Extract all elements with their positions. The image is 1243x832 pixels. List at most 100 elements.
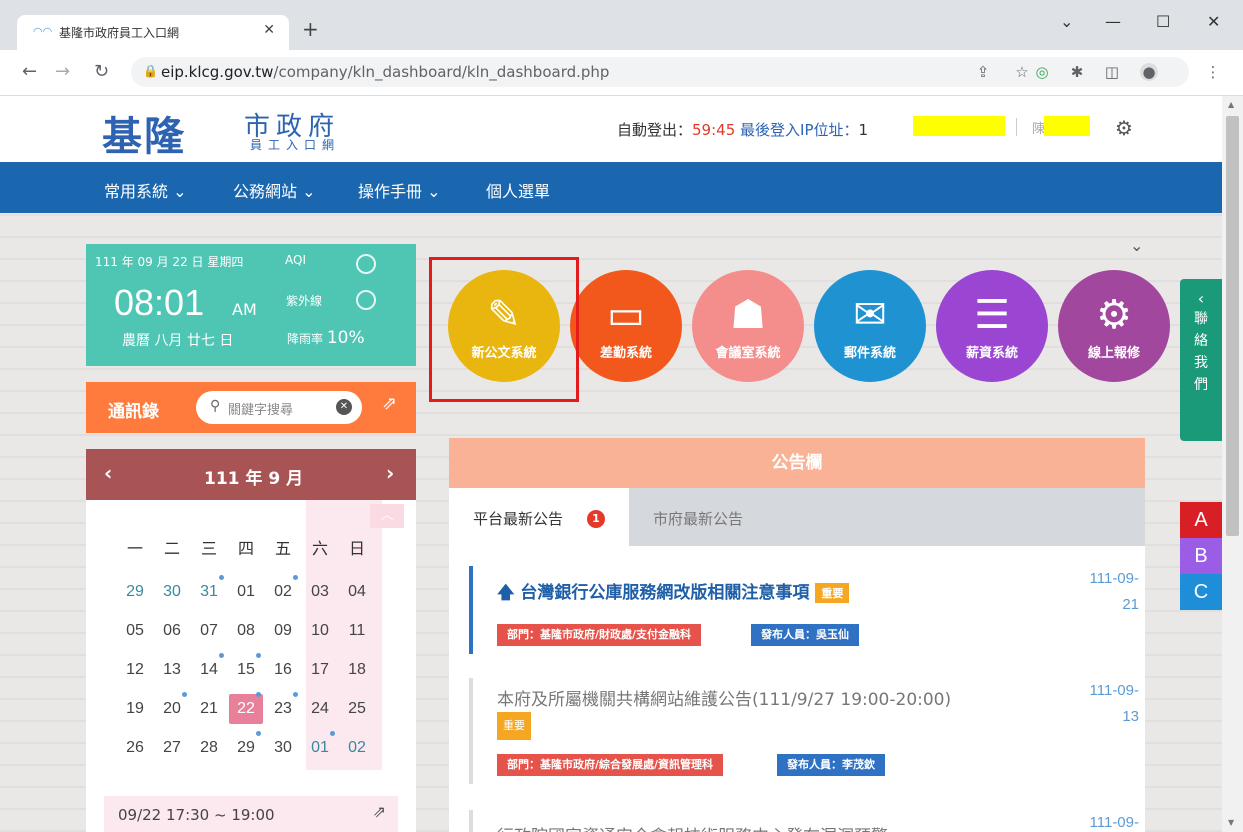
calendar-day[interactable]: 02 <box>340 733 374 763</box>
calendar-day[interactable]: 08 <box>229 616 263 646</box>
weather-card: 111 年 09 月 22 日 星期四 AQI 08:01 AM 紫外線 農曆 … <box>86 244 416 366</box>
calendar-day[interactable]: 26 <box>118 733 152 763</box>
calendar-collapse-icon[interactable]: ︿ <box>370 504 404 528</box>
font-size-a-button[interactable]: A <box>1180 502 1222 538</box>
contact-us-tab[interactable]: ‹ 聯絡我們 <box>1180 279 1222 441</box>
calendar-next-icon[interactable]: › <box>386 461 394 485</box>
calendar-day[interactable]: 19 <box>118 694 152 724</box>
calendar-day[interactable]: 21 <box>192 694 226 724</box>
scroll-up-icon[interactable]: ▲ <box>1228 100 1234 109</box>
external-link-icon[interactable]: ⇗ <box>373 802 386 821</box>
publisher-chip: 發布人員：吳玉仙 <box>751 624 859 646</box>
calendar-day[interactable]: 29 <box>229 733 263 763</box>
page-scrollbar[interactable]: ▲ ▼ <box>1222 96 1243 832</box>
nav-common-systems[interactable]: 常用系統 ⌄ <box>104 178 187 202</box>
calendar-day[interactable]: 30 <box>155 577 189 607</box>
close-window-icon[interactable]: ✕ <box>1207 12 1220 31</box>
lock-icon[interactable]: 🔒 <box>143 64 158 78</box>
calendar-day[interactable]: 23 <box>266 694 300 724</box>
collapse-chevron-icon[interactable]: ⌄ <box>1130 236 1143 255</box>
system-shortcut-2[interactable]: ▭ 差勤系統 <box>570 270 682 382</box>
calendar-day[interactable]: 24 <box>303 694 337 724</box>
calendar-day[interactable]: 29 <box>118 577 152 607</box>
tab-search-chevron-icon[interactable]: ⌄ <box>1060 12 1073 31</box>
side-panel-icon[interactable]: ◫ <box>1103 63 1121 81</box>
calendar-day[interactable]: 22 <box>229 694 263 724</box>
event-dot <box>256 731 261 736</box>
gear-icon[interactable]: ⚙ <box>1115 116 1133 140</box>
browser-tab[interactable]: ◠◠ 基隆市政府員工入口網 ✕ <box>17 15 289 50</box>
site-logo-main[interactable]: 基隆 <box>102 104 186 162</box>
event-dot <box>256 653 261 658</box>
chevron-left-icon: ‹ <box>1197 289 1205 308</box>
announcement-title[interactable]: 🡅 台灣銀行公庫服務網改版相關注意事項 重要 <box>497 578 850 609</box>
calendar-day[interactable]: 27 <box>155 733 189 763</box>
calendar-day[interactable]: 28 <box>192 733 226 763</box>
forward-icon[interactable]: → <box>55 61 70 82</box>
calendar-day[interactable]: 03 <box>303 577 337 607</box>
calendar-day[interactable]: 07 <box>192 616 226 646</box>
calendar-day[interactable]: 15 <box>229 655 263 685</box>
new-tab-icon[interactable]: + <box>302 19 319 39</box>
profile-avatar-icon[interactable]: ● <box>1140 63 1158 81</box>
extension-icon[interactable]: ◎ <box>1033 63 1051 81</box>
address-bar[interactable]: 🔒 eip.klcg.gov.tw/company/kln_dashboard/… <box>131 57 1189 87</box>
announcement-item[interactable]: 本府及所屬機關共構網站維護公告(111/9/27 19:00-20:00) 重要 … <box>469 678 1139 784</box>
calendar-event[interactable]: 09/22 17:30 ~ 19:00 ⇗ <box>104 796 398 832</box>
nav-personal-menu[interactable]: 個人選單 <box>486 178 550 202</box>
scroll-down-icon[interactable]: ▼ <box>1228 818 1234 827</box>
contacts-search-input[interactable]: ⚲ 關鍵字搜尋 ✕ <box>196 391 362 424</box>
font-size-b-button[interactable]: B <box>1180 538 1222 574</box>
extensions-puzzle-icon[interactable]: ✱ <box>1068 63 1086 81</box>
calendar-day[interactable]: 16 <box>266 655 300 685</box>
browser-toolbar: ← → ↻ 🔒 eip.klcg.gov.tw/company/kln_dash… <box>0 50 1243 96</box>
system-shortcut-6[interactable]: ⚙ 線上報修 <box>1058 270 1170 382</box>
maximize-icon[interactable]: ☐ <box>1156 12 1170 31</box>
calendar-day[interactable]: 31 <box>192 577 226 607</box>
calendar-day[interactable]: 11 <box>340 616 374 646</box>
external-link-icon[interactable]: ⇗ <box>382 393 397 414</box>
nav-government-sites[interactable]: 公務網站 ⌄ <box>233 178 316 202</box>
tab-city-announcements[interactable]: 市府最新公告 <box>653 508 743 529</box>
rain-label: 降雨率 <box>287 332 324 346</box>
calendar-day[interactable]: 04 <box>340 577 374 607</box>
reload-icon[interactable]: ↻ <box>94 61 109 82</box>
announcement-item[interactable]: 行政院國家資通安全會報技術服務中心發布漏洞預警 111-09- <box>469 810 1139 832</box>
calendar-day[interactable]: 30 <box>266 733 300 763</box>
calendar-day[interactable]: 01 <box>303 733 337 763</box>
announcement-tabs: 平台最新公告 1 市府最新公告 <box>449 488 1145 546</box>
announcement-item[interactable]: 🡅 台灣銀行公庫服務網改版相關注意事項 重要 111-09- 21 部門：基隆市政府… <box>469 566 1139 654</box>
clear-search-icon[interactable]: ✕ <box>336 399 352 415</box>
calendar-day[interactable]: 10 <box>303 616 337 646</box>
calendar-day[interactable]: 13 <box>155 655 189 685</box>
calendar-day[interactable]: 05 <box>118 616 152 646</box>
announcement-title[interactable]: 行政院國家資通安全會報技術服務中心發布漏洞預警 <box>497 822 888 832</box>
browser-menu-icon[interactable]: ⋮ <box>1204 63 1222 81</box>
tab-close-icon[interactable]: ✕ <box>263 22 275 38</box>
calendar-day[interactable]: 12 <box>118 655 152 685</box>
nav-manuals[interactable]: 操作手冊 ⌄ <box>358 178 441 202</box>
back-icon[interactable]: ← <box>22 61 37 82</box>
share-icon[interactable]: ⇪ <box>974 63 992 81</box>
calendar-day[interactable]: 17 <box>303 655 337 685</box>
minimize-icon[interactable]: — <box>1105 12 1121 31</box>
calendar-day[interactable]: 02 <box>266 577 300 607</box>
calendar-day[interactable]: 01 <box>229 577 263 607</box>
calendar-day[interactable]: 09 <box>266 616 300 646</box>
event-dot <box>330 731 335 736</box>
system-shortcut-3[interactable]: ☗ 會議室系統 <box>692 270 804 382</box>
system-shortcut-5[interactable]: ☰ 薪資系統 <box>936 270 1048 382</box>
tab-platform-announcements[interactable]: 平台最新公告 1 <box>449 488 629 546</box>
system-shortcut-4[interactable]: ✉ 郵件系統 <box>814 270 926 382</box>
calendar-day[interactable]: 20 <box>155 694 189 724</box>
calendar-prev-icon[interactable]: ‹ <box>104 461 112 485</box>
calendar-day[interactable]: 18 <box>340 655 374 685</box>
bookmark-star-icon[interactable]: ☆ <box>1013 63 1031 81</box>
scroll-thumb[interactable] <box>1226 116 1239 536</box>
calendar-day[interactable]: 06 <box>155 616 189 646</box>
event-dot <box>219 575 224 580</box>
calendar-day[interactable]: 14 <box>192 655 226 685</box>
font-size-c-button[interactable]: C <box>1180 574 1222 610</box>
calendar-day[interactable]: 25 <box>340 694 374 724</box>
announcement-title[interactable]: 本府及所屬機關共構網站維護公告(111/9/27 19:00-20:00) 重要 <box>497 688 1017 740</box>
